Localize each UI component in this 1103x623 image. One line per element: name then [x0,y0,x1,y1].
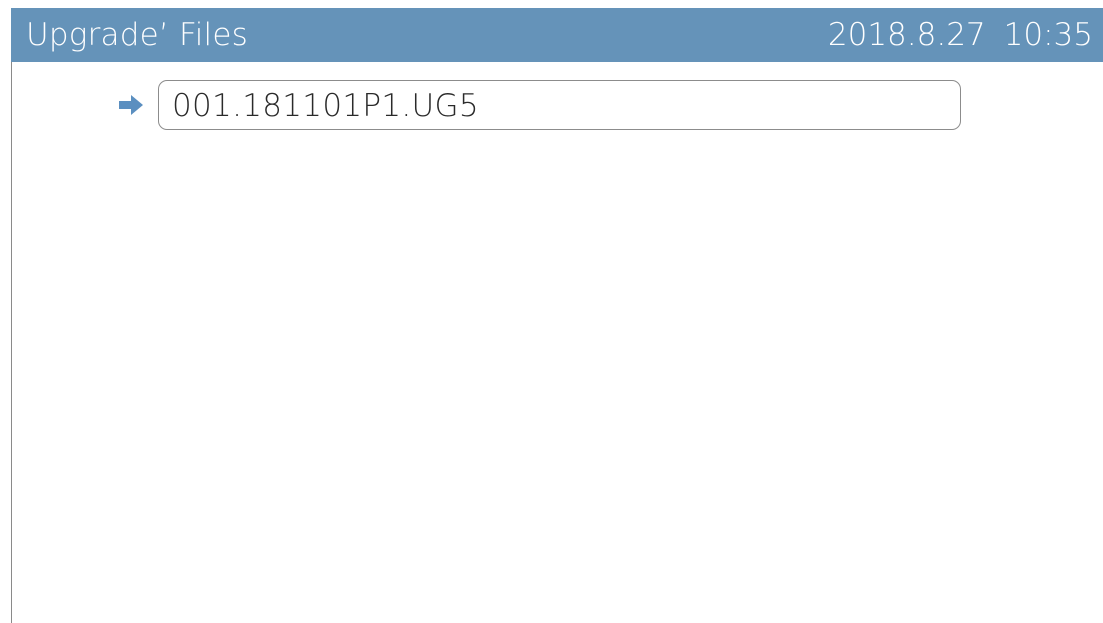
upgrade-files-screen: Upgrade’ Files 2018.8.27 10:35 001.181101… [0,0,1103,623]
arrow-right-icon [119,95,143,115]
file-list: 001.181101P1.UG5 [118,80,968,132]
title-bar: Upgrade’ Files 2018.8.27 10:35 [11,8,1103,62]
clock: 2018.8.27 10:35 [828,17,1093,53]
date-text: 2018.8.27 [827,17,986,53]
list-item[interactable]: 001.181101P1.UG5 [118,80,968,132]
page-title: Upgrade’ Files [26,17,248,53]
file-entry-box[interactable]: 001.181101P1.UG5 [158,80,961,130]
time-text: 10:35 [1003,17,1093,53]
file-name: 001.181101P1.UG5 [172,88,479,124]
left-border [11,62,12,623]
